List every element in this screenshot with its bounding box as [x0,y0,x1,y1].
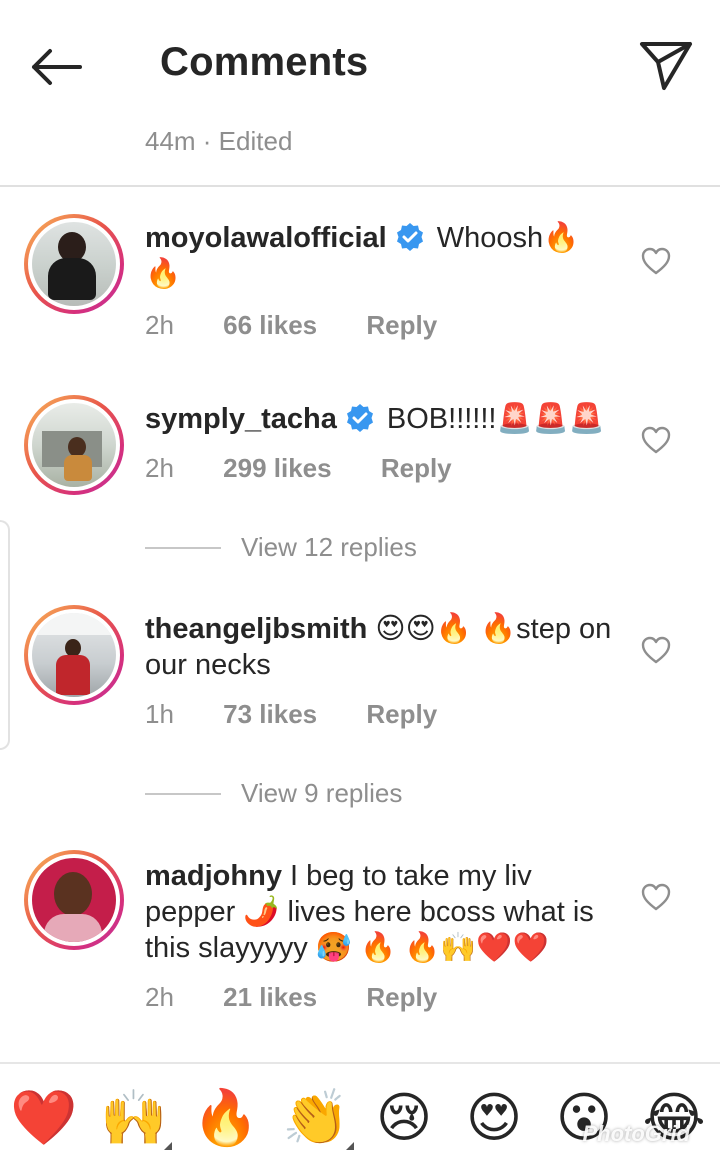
likes-count[interactable]: 299 likes [223,453,331,483]
comment-actions: 2h 21 likes Reply [145,982,479,1013]
fire-icon: 🔥 [192,1088,260,1148]
avatar-photo [32,858,116,942]
verified-badge-icon [346,404,373,432]
emoji-raising-hands-button[interactable]: 🙌 [100,1086,168,1150]
avatar-photo [32,613,116,697]
raising-hands-icon: 🙌 [100,1088,168,1148]
like-button[interactable] [640,635,672,665]
header-bar: Comments [0,0,720,130]
comment-actions: 1h 73 likes Reply [145,699,479,730]
emoji-clapping-hands-button[interactable]: 👏 [282,1086,350,1150]
emoji-heart-eyes-button[interactable]: 😍 [462,1086,526,1150]
comment-time: 1h [145,699,174,729]
like-button[interactable] [640,425,672,455]
side-scroll-tab[interactable] [0,520,10,750]
likes-count[interactable]: 73 likes [223,699,317,729]
avatar[interactable] [24,850,124,950]
avatar-photo [32,403,116,487]
reply-button[interactable]: Reply [366,982,437,1012]
page-title: Comments [160,40,369,84]
comment-time: 2h [145,982,174,1012]
comment-body: moyolawalofficial Whoosh🔥🔥 [145,220,615,292]
comment-text: BOB!!!!!!🚨🚨🚨 [386,403,605,435]
comment-time: 2h [145,310,174,340]
watermark: PhotoGrid [582,1121,690,1146]
emoji-fire-button[interactable]: 🔥 [192,1086,260,1150]
avatar[interactable] [24,395,124,495]
comment-username[interactable]: theangeljbsmith [145,613,367,645]
comment-username[interactable]: madjohny [145,860,282,892]
reply-button[interactable]: Reply [381,453,452,483]
emoji-red-heart-button[interactable]: ❤️ [10,1086,78,1150]
comment-actions: 2h 299 likes Reply [145,453,494,484]
comment-actions: 2h 66 likes Reply [145,310,479,341]
view-replies-label: View 12 replies [241,532,417,562]
comment-body: madjohny I beg to take my liv pepper 🌶️ … [145,858,615,966]
heart-outline-icon [641,426,671,454]
emoji-bar-divider [0,1062,720,1064]
comment-username[interactable]: moyolawalofficial [145,222,387,254]
comment-time: 2h [145,453,174,483]
heart-outline-icon [641,883,671,911]
reply-button[interactable]: Reply [366,310,437,340]
back-button[interactable] [28,42,92,92]
red-heart-icon: ❤️ [10,1088,78,1148]
heart-outline-icon [641,247,671,275]
view-replies-button[interactable]: View 12 replies [145,532,417,563]
skin-tone-indicator-icon [346,1142,354,1150]
share-button[interactable] [638,38,698,96]
view-replies-label: View 9 replies [241,778,403,808]
comment-body: symply_tacha BOB!!!!!!🚨🚨🚨 [145,401,615,437]
verified-badge-icon [396,223,423,251]
clapping-hands-icon: 👏 [282,1088,350,1148]
view-replies-button[interactable]: View 9 replies [145,778,402,809]
heart-outline-icon [641,636,671,664]
avatar[interactable] [24,214,124,314]
post-meta: 44m · Edited [145,126,293,156]
replies-line [145,546,221,549]
like-button[interactable] [640,246,672,276]
like-button[interactable] [640,882,672,912]
likes-count[interactable]: 66 likes [223,310,317,340]
header-divider [0,185,720,187]
comment-username[interactable]: symply_tacha [145,403,337,435]
heart-eyes-icon: 😍 [465,1088,523,1148]
emoji-crying-face-button[interactable]: 😢 [372,1086,436,1150]
back-arrow-icon [32,49,82,85]
avatar-photo [32,222,116,306]
avatar[interactable] [24,605,124,705]
replies-line [145,792,221,795]
send-icon [640,42,692,90]
likes-count[interactable]: 21 likes [223,982,317,1012]
reply-button[interactable]: Reply [366,699,437,729]
crying-face-icon: 😢 [375,1088,433,1148]
skin-tone-indicator-icon [164,1142,172,1150]
comment-body: theangeljbsmith 😍😍🔥 🔥step on our necks [145,611,615,683]
